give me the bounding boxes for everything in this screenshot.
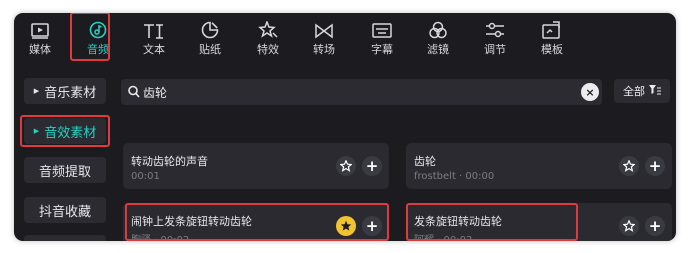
tab-media[interactable]: 媒体 [17, 13, 63, 61]
effects-icon [258, 13, 278, 39]
plus-icon: + [648, 156, 662, 175]
favorite-button[interactable] [619, 156, 639, 176]
plus-icon: + [365, 216, 379, 235]
sound-card[interactable]: 齿轮 frostbelt · 00:00 + [406, 143, 672, 189]
tab-adjust-label: 调节 [484, 43, 506, 56]
tab-sticker-label: 贴纸 [199, 43, 221, 56]
sidebar-item-label: 音乐素材 [44, 85, 97, 101]
transition-icon [314, 13, 334, 39]
star-icon [623, 160, 635, 172]
tab-filter-label: 滤镜 [427, 43, 449, 56]
tab-audio-label: 音频 [87, 43, 109, 56]
tab-transition-label: 转场 [313, 43, 335, 56]
tab-effects[interactable]: 特效 [245, 13, 291, 61]
tab-adjust[interactable]: 调节 [472, 13, 518, 61]
filter-label: 全部 [623, 85, 645, 98]
add-button[interactable]: + [645, 216, 665, 236]
media-icon [31, 13, 49, 39]
sidebar-item-sound-effects[interactable]: ▶ 音效素材 [24, 118, 106, 144]
audio-icon [89, 13, 107, 39]
sound-title: 齿轮 [414, 155, 436, 168]
tab-media-label: 媒体 [29, 43, 51, 56]
star-icon [340, 160, 352, 172]
filter-icon [428, 13, 448, 39]
tab-subtitle[interactable]: 字幕 [359, 13, 405, 61]
text-icon [143, 13, 165, 39]
adjust-icon [485, 13, 505, 39]
search-bar[interactable]: × [121, 79, 602, 105]
sound-meta: 胸骚 · 00:02 [131, 235, 190, 241]
clear-search-button[interactable]: × [581, 83, 599, 101]
tab-audio[interactable]: 音频 [75, 13, 121, 61]
filter-icon [649, 84, 661, 98]
plus-icon: + [648, 216, 662, 235]
add-button[interactable]: + [645, 156, 665, 176]
tab-filter[interactable]: 滤镜 [415, 13, 461, 61]
sticker-icon [201, 13, 219, 39]
sidebar-item-douyin-favorites[interactable]: 抖音收藏 [24, 197, 106, 223]
sound-meta: 00:01 [131, 171, 160, 182]
plus-icon: + [365, 156, 379, 175]
tab-text[interactable]: 文本 [131, 13, 177, 61]
star-filled-icon [340, 220, 352, 231]
sidebar-item-label: 音效素材 [44, 125, 97, 141]
sidebar-item-audio-extract[interactable]: 音频提取 [24, 157, 106, 183]
sound-card[interactable]: 闹钟上发条旋钮转动齿轮 胸骚 · 00:02 + [123, 203, 389, 241]
search-icon [128, 84, 140, 103]
sound-meta: 阿耀 · 00:02 [414, 235, 473, 241]
app-window: 媒体 音频 文本 贴纸 特效 转场 字幕 滤镜 调节 模板 ▶ 音乐素材 ▶ 音… [14, 13, 676, 241]
favorite-button[interactable] [619, 216, 639, 236]
sidebar-item-label: 抖音收藏 [38, 204, 91, 220]
tab-text-label: 文本 [143, 43, 165, 56]
expand-arrow-icon: ▶ [33, 87, 40, 95]
favorite-button[interactable] [336, 156, 356, 176]
sound-title: 转动齿轮的声音 [131, 155, 208, 168]
search-input[interactable] [143, 83, 563, 101]
sound-meta: frostbelt · 00:00 [414, 171, 495, 182]
sound-card[interactable]: 发条旋钮转动齿轮 阿耀 · 00:02 + [406, 203, 672, 241]
sidebar-item-partial[interactable] [24, 235, 106, 241]
add-button[interactable]: + [362, 156, 382, 176]
add-button[interactable]: + [362, 216, 382, 236]
sound-card[interactable]: 转动齿轮的声音 00:01 + [123, 143, 389, 189]
tab-template-label: 模板 [541, 43, 563, 56]
tab-sticker[interactable]: 贴纸 [187, 13, 233, 61]
subtitle-icon [372, 13, 392, 39]
tab-effects-label: 特效 [257, 43, 279, 56]
tab-subtitle-label: 字幕 [371, 43, 393, 56]
top-toolbar: 媒体 音频 文本 贴纸 特效 转场 字幕 滤镜 调节 模板 [14, 13, 676, 61]
expand-arrow-icon: ▶ [33, 127, 40, 135]
sound-title: 发条旋钮转动齿轮 [414, 215, 502, 228]
filter-button[interactable]: 全部 [614, 79, 670, 103]
tab-transition[interactable]: 转场 [301, 13, 347, 61]
star-icon [623, 220, 635, 232]
favorite-button[interactable] [336, 216, 356, 236]
tab-template[interactable]: 模板 [529, 13, 575, 61]
sidebar-item-label: 音频提取 [38, 164, 91, 180]
sound-title: 闹钟上发条旋钮转动齿轮 [131, 215, 252, 228]
template-icon [542, 13, 562, 39]
sidebar-item-music[interactable]: ▶ 音乐素材 [24, 78, 106, 104]
